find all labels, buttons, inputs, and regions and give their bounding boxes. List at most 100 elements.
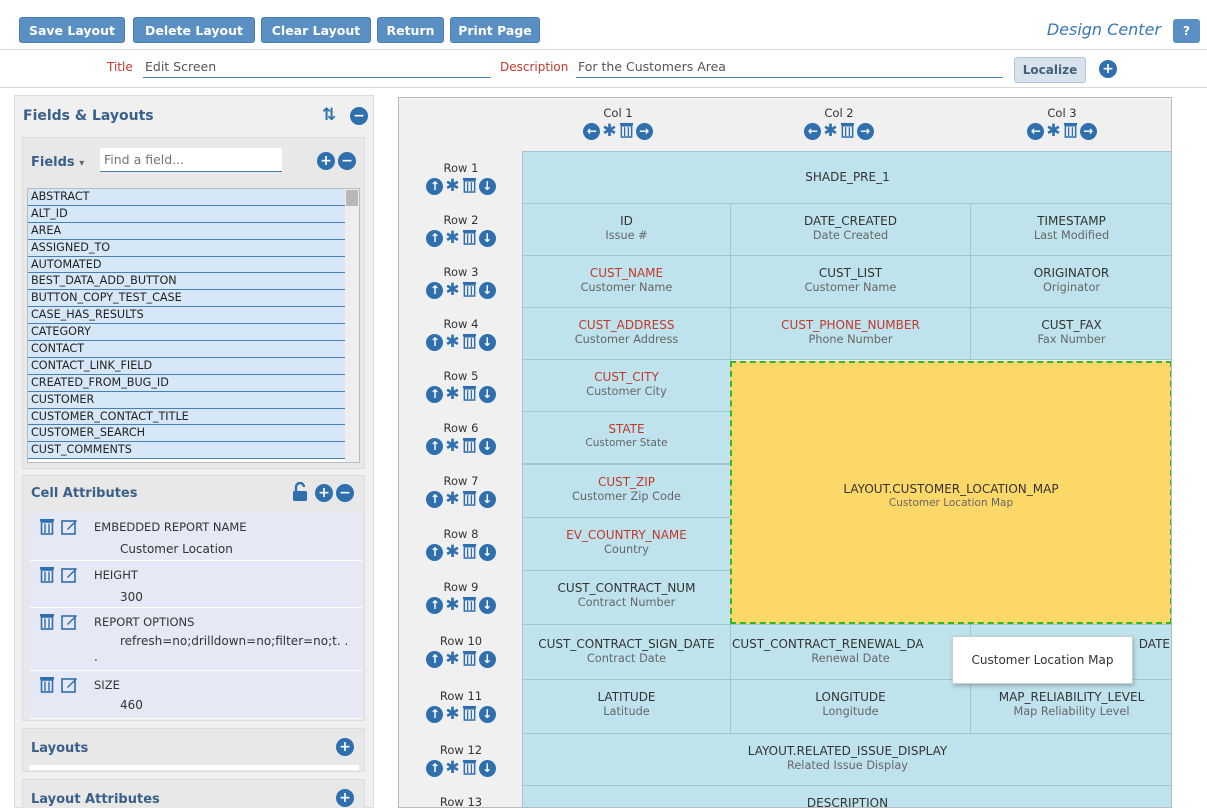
trash-icon[interactable] [462,333,477,352]
arrow-down-icon[interactable]: ↓ [478,543,496,561]
arrow-down-icon[interactable]: ↓ [478,281,496,299]
gear-icon[interactable]: ✱ [445,228,459,248]
layout-cell[interactable]: EV_COUNTRY_NAME Country [522,517,731,571]
layout-cell[interactable]: LATITUDE Latitude [522,679,731,734]
layout-cell[interactable]: DESCRIPTION [522,785,1171,807]
description-input[interactable]: For the Customers Area [576,56,1003,78]
edit-icon[interactable] [61,518,78,538]
field-list-item[interactable]: ABSTRACT [28,189,346,206]
print-page-button[interactable]: Print Page [450,17,540,43]
remove-field-icon[interactable]: − [338,152,356,170]
arrow-down-icon[interactable]: ↓ [478,490,496,508]
arrow-up-icon[interactable]: ↑ [426,385,444,403]
layout-cell[interactable]: STATE Customer State [522,411,731,464]
collapse-icon[interactable]: − [350,107,368,125]
arrow-up-icon[interactable]: ↑ [426,437,444,455]
field-search-input[interactable] [100,148,282,172]
gear-icon[interactable]: ✱ [445,384,459,404]
layout-cell[interactable]: CUST_CONTRACT_NUM Contract Number [522,570,731,625]
field-list-item[interactable]: AUTOMATED [28,256,346,274]
field-list-item[interactable]: CATEGORY [28,324,346,342]
layout-cell[interactable]: TIMESTAMP Last Modified [970,203,1171,256]
delete-layout-button[interactable]: Delete Layout [133,17,255,43]
gear-icon[interactable]: ✱ [445,704,459,724]
trash-icon[interactable] [1063,122,1078,141]
arrow-left-icon[interactable]: ← [1027,122,1045,140]
layout-cell[interactable]: MAP_RELIABILITY_LEVEL Map Reliability Lev… [970,679,1171,734]
layout-cell[interactable]: CUST_LIST Customer Name [730,255,971,308]
add-layout-attribute-icon[interactable]: + [336,789,354,807]
help-button[interactable]: ? [1173,19,1200,43]
layout-cell[interactable]: CUST_FAX Fax Number [970,307,1171,360]
remove-attribute-icon[interactable]: − [336,484,354,502]
layout-cell[interactable]: CUST_NAME Customer Name [522,255,731,308]
arrow-down-icon[interactable]: ↓ [478,385,496,403]
layout-cell[interactable]: ID Issue # [522,203,731,256]
gear-icon[interactable]: ✱ [445,649,459,669]
gear-icon[interactable]: ✱ [823,121,837,141]
field-list-item[interactable]: BEST_DATA_ADD_BUTTON [28,273,346,291]
add-icon[interactable]: + [1099,60,1117,78]
trash-icon[interactable] [39,676,55,696]
layout-cell[interactable]: CUST_ZIP Customer Zip Code [522,464,731,518]
selected-cell-customer-location-map[interactable]: LAYOUT.CUSTOMER_LOCATION_MAP Customer Lo… [730,361,1171,624]
arrow-right-icon[interactable]: → [1079,122,1097,140]
trash-icon[interactable] [462,705,477,724]
gear-icon[interactable]: ✱ [445,332,459,352]
gear-icon[interactable]: ✱ [602,121,616,141]
arrow-up-icon[interactable]: ↑ [426,229,444,247]
layout-cell[interactable]: CUST_CONTRACT_RENEWAL_DA Renewal Date [730,624,971,680]
fields-label[interactable]: Fields ▾ [31,155,84,170]
layout-cell[interactable]: CUST_ADDRESS Customer Address [522,307,731,360]
arrow-up-icon[interactable]: ↑ [426,705,444,723]
layout-cell[interactable]: CUST_CONTRACT_SIGN_DATE Contract Date [522,624,731,680]
field-list-item[interactable]: CONTACT [28,341,346,358]
trash-icon[interactable] [462,385,477,404]
localize-button[interactable]: Localize [1014,57,1086,83]
return-button[interactable]: Return [377,17,444,43]
field-list-item[interactable]: ASSIGNED_TO [28,239,346,257]
arrow-up-icon[interactable]: ↑ [426,543,444,561]
layout-cell[interactable]: DATE_CREATED Date Created [730,203,971,256]
arrow-up-icon[interactable]: ↑ [426,596,444,614]
trash-icon[interactable] [462,490,477,509]
layout-cell[interactable]: SHADE_PRE_1 [522,151,1171,204]
arrow-down-icon[interactable]: ↓ [478,437,496,455]
gear-icon[interactable]: ✱ [1046,121,1060,141]
arrow-up-icon[interactable]: ↑ [426,177,444,195]
edit-icon[interactable] [61,676,78,696]
field-list[interactable]: ABSTRACT ALT_ID AREA ASSIGNED_TO AUTOMATED BE… [27,188,360,463]
gear-icon[interactable]: ✱ [445,436,459,456]
field-list-item[interactable]: CUSTOMER [28,391,346,409]
gear-icon[interactable]: ✱ [445,280,459,300]
layout-cell[interactable]: CUST_CITY Customer City [522,359,731,412]
arrow-up-icon[interactable]: ↑ [426,759,444,777]
arrow-down-icon[interactable]: ↓ [478,596,496,614]
gear-icon[interactable]: ✱ [445,489,459,509]
trash-icon[interactable] [462,543,477,562]
trash-icon[interactable] [39,566,55,586]
trash-icon[interactable] [462,596,477,615]
arrow-down-icon[interactable]: ↓ [478,177,496,195]
field-list-item[interactable]: AREA [28,222,346,240]
field-list-item[interactable]: CUSTOMER_SEARCH [28,425,346,443]
layout-cell[interactable]: LAYOUT.RELATED_ISSUE_DISPLAY Related Issu… [522,733,1171,786]
trash-icon[interactable] [462,229,477,248]
arrow-up-icon[interactable]: ↑ [426,650,444,668]
arrow-left-icon[interactable]: ← [583,122,601,140]
arrow-right-icon[interactable]: → [856,122,874,140]
trash-icon[interactable] [39,613,55,633]
clear-layout-button[interactable]: Clear Layout [261,17,371,43]
trash-icon[interactable] [462,437,477,456]
add-layout-icon[interactable]: + [336,738,354,756]
add-field-icon[interactable]: + [317,152,335,170]
arrow-up-icon[interactable]: ↑ [426,333,444,351]
title-input[interactable]: Edit Screen [143,56,491,78]
gear-icon[interactable]: ✱ [445,595,459,615]
trash-icon[interactable] [462,177,477,196]
edit-icon[interactable] [61,613,78,633]
field-list-item[interactable]: CUSTOMER_CONTACT_TITLE [28,408,346,426]
gear-icon[interactable]: ✱ [445,758,459,778]
trash-icon[interactable] [462,281,477,300]
field-list-item[interactable]: ALT_ID [28,205,346,223]
